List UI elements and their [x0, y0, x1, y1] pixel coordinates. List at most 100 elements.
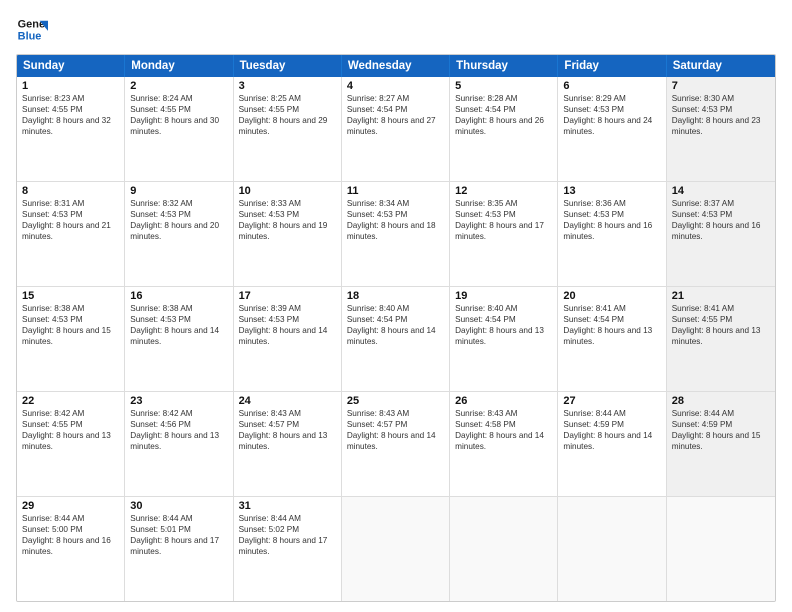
sunrise-text: Sunrise: 8:43 AM	[455, 408, 552, 419]
table-row	[342, 497, 450, 601]
table-row: 4Sunrise: 8:27 AMSunset: 4:54 PMDaylight…	[342, 77, 450, 181]
table-row: 17Sunrise: 8:39 AMSunset: 4:53 PMDayligh…	[234, 287, 342, 391]
day-number: 30	[130, 500, 227, 512]
sunset-text: Sunset: 4:54 PM	[347, 104, 444, 115]
table-row: 20Sunrise: 8:41 AMSunset: 4:54 PMDayligh…	[558, 287, 666, 391]
sunrise-text: Sunrise: 8:33 AM	[239, 198, 336, 209]
sunrise-text: Sunrise: 8:41 AM	[672, 303, 770, 314]
daylight-text: Daylight: 8 hours and 13 minutes.	[455, 325, 552, 347]
header-day-monday: Monday	[125, 55, 233, 77]
sunset-text: Sunset: 4:57 PM	[239, 419, 336, 430]
sunset-text: Sunset: 5:02 PM	[239, 524, 336, 535]
daylight-text: Daylight: 8 hours and 29 minutes.	[239, 115, 336, 137]
day-number: 15	[22, 290, 119, 302]
sunrise-text: Sunrise: 8:42 AM	[22, 408, 119, 419]
sunrise-text: Sunrise: 8:37 AM	[672, 198, 770, 209]
page: General Blue SundayMondayTuesdayWednesda…	[0, 0, 792, 612]
sunrise-text: Sunrise: 8:30 AM	[672, 93, 770, 104]
day-number: 27	[563, 395, 660, 407]
sunrise-text: Sunrise: 8:43 AM	[347, 408, 444, 419]
table-row: 31Sunrise: 8:44 AMSunset: 5:02 PMDayligh…	[234, 497, 342, 601]
sunset-text: Sunset: 4:59 PM	[672, 419, 770, 430]
sunset-text: Sunset: 5:01 PM	[130, 524, 227, 535]
sunrise-text: Sunrise: 8:44 AM	[672, 408, 770, 419]
daylight-text: Daylight: 8 hours and 14 minutes.	[563, 430, 660, 452]
sunset-text: Sunset: 4:53 PM	[672, 104, 770, 115]
day-number: 8	[22, 185, 119, 197]
sunrise-text: Sunrise: 8:34 AM	[347, 198, 444, 209]
sunrise-text: Sunrise: 8:28 AM	[455, 93, 552, 104]
table-row: 5Sunrise: 8:28 AMSunset: 4:54 PMDaylight…	[450, 77, 558, 181]
sunrise-text: Sunrise: 8:23 AM	[22, 93, 119, 104]
header: General Blue	[16, 14, 776, 46]
table-row: 9Sunrise: 8:32 AMSunset: 4:53 PMDaylight…	[125, 182, 233, 286]
table-row: 6Sunrise: 8:29 AMSunset: 4:53 PMDaylight…	[558, 77, 666, 181]
sunset-text: Sunset: 4:53 PM	[22, 314, 119, 325]
day-number: 12	[455, 185, 552, 197]
day-number: 17	[239, 290, 336, 302]
sunset-text: Sunset: 4:55 PM	[22, 419, 119, 430]
sunrise-text: Sunrise: 8:43 AM	[239, 408, 336, 419]
header-day-wednesday: Wednesday	[342, 55, 450, 77]
table-row: 22Sunrise: 8:42 AMSunset: 4:55 PMDayligh…	[17, 392, 125, 496]
sunrise-text: Sunrise: 8:42 AM	[130, 408, 227, 419]
day-number: 24	[239, 395, 336, 407]
table-row: 27Sunrise: 8:44 AMSunset: 4:59 PMDayligh…	[558, 392, 666, 496]
sunrise-text: Sunrise: 8:44 AM	[239, 513, 336, 524]
daylight-text: Daylight: 8 hours and 21 minutes.	[22, 220, 119, 242]
table-row: 8Sunrise: 8:31 AMSunset: 4:53 PMDaylight…	[17, 182, 125, 286]
table-row: 10Sunrise: 8:33 AMSunset: 4:53 PMDayligh…	[234, 182, 342, 286]
sunrise-text: Sunrise: 8:44 AM	[563, 408, 660, 419]
daylight-text: Daylight: 8 hours and 13 minutes.	[130, 430, 227, 452]
daylight-text: Daylight: 8 hours and 26 minutes.	[455, 115, 552, 137]
daylight-text: Daylight: 8 hours and 23 minutes.	[672, 115, 770, 137]
sunrise-text: Sunrise: 8:25 AM	[239, 93, 336, 104]
daylight-text: Daylight: 8 hours and 30 minutes.	[130, 115, 227, 137]
daylight-text: Daylight: 8 hours and 16 minutes.	[563, 220, 660, 242]
table-row: 3Sunrise: 8:25 AMSunset: 4:55 PMDaylight…	[234, 77, 342, 181]
day-number: 23	[130, 395, 227, 407]
table-row	[450, 497, 558, 601]
daylight-text: Daylight: 8 hours and 14 minutes.	[347, 430, 444, 452]
daylight-text: Daylight: 8 hours and 17 minutes.	[239, 535, 336, 557]
table-row: 11Sunrise: 8:34 AMSunset: 4:53 PMDayligh…	[342, 182, 450, 286]
daylight-text: Daylight: 8 hours and 14 minutes.	[347, 325, 444, 347]
daylight-text: Daylight: 8 hours and 16 minutes.	[22, 535, 119, 557]
sunset-text: Sunset: 5:00 PM	[22, 524, 119, 535]
table-row: 23Sunrise: 8:42 AMSunset: 4:56 PMDayligh…	[125, 392, 233, 496]
daylight-text: Daylight: 8 hours and 17 minutes.	[455, 220, 552, 242]
sunset-text: Sunset: 4:56 PM	[130, 419, 227, 430]
sunrise-text: Sunrise: 8:24 AM	[130, 93, 227, 104]
sunset-text: Sunset: 4:55 PM	[130, 104, 227, 115]
day-number: 16	[130, 290, 227, 302]
daylight-text: Daylight: 8 hours and 14 minutes.	[239, 325, 336, 347]
daylight-text: Daylight: 8 hours and 13 minutes.	[22, 430, 119, 452]
sunrise-text: Sunrise: 8:39 AM	[239, 303, 336, 314]
sunrise-text: Sunrise: 8:27 AM	[347, 93, 444, 104]
day-number: 22	[22, 395, 119, 407]
table-row: 2Sunrise: 8:24 AMSunset: 4:55 PMDaylight…	[125, 77, 233, 181]
table-row: 30Sunrise: 8:44 AMSunset: 5:01 PMDayligh…	[125, 497, 233, 601]
day-number: 21	[672, 290, 770, 302]
sunrise-text: Sunrise: 8:44 AM	[130, 513, 227, 524]
daylight-text: Daylight: 8 hours and 24 minutes.	[563, 115, 660, 137]
sunrise-text: Sunrise: 8:35 AM	[455, 198, 552, 209]
day-number: 19	[455, 290, 552, 302]
sunrise-text: Sunrise: 8:41 AM	[563, 303, 660, 314]
table-row: 26Sunrise: 8:43 AMSunset: 4:58 PMDayligh…	[450, 392, 558, 496]
table-row: 15Sunrise: 8:38 AMSunset: 4:53 PMDayligh…	[17, 287, 125, 391]
sunset-text: Sunset: 4:55 PM	[672, 314, 770, 325]
sunset-text: Sunset: 4:53 PM	[563, 104, 660, 115]
table-row	[667, 497, 775, 601]
sunset-text: Sunset: 4:54 PM	[455, 314, 552, 325]
table-row: 13Sunrise: 8:36 AMSunset: 4:53 PMDayligh…	[558, 182, 666, 286]
daylight-text: Daylight: 8 hours and 15 minutes.	[672, 430, 770, 452]
header-day-thursday: Thursday	[450, 55, 558, 77]
table-row: 18Sunrise: 8:40 AMSunset: 4:54 PMDayligh…	[342, 287, 450, 391]
day-number: 26	[455, 395, 552, 407]
day-number: 9	[130, 185, 227, 197]
day-number: 29	[22, 500, 119, 512]
sunrise-text: Sunrise: 8:36 AM	[563, 198, 660, 209]
logo: General Blue	[16, 14, 48, 46]
sunset-text: Sunset: 4:53 PM	[563, 209, 660, 220]
